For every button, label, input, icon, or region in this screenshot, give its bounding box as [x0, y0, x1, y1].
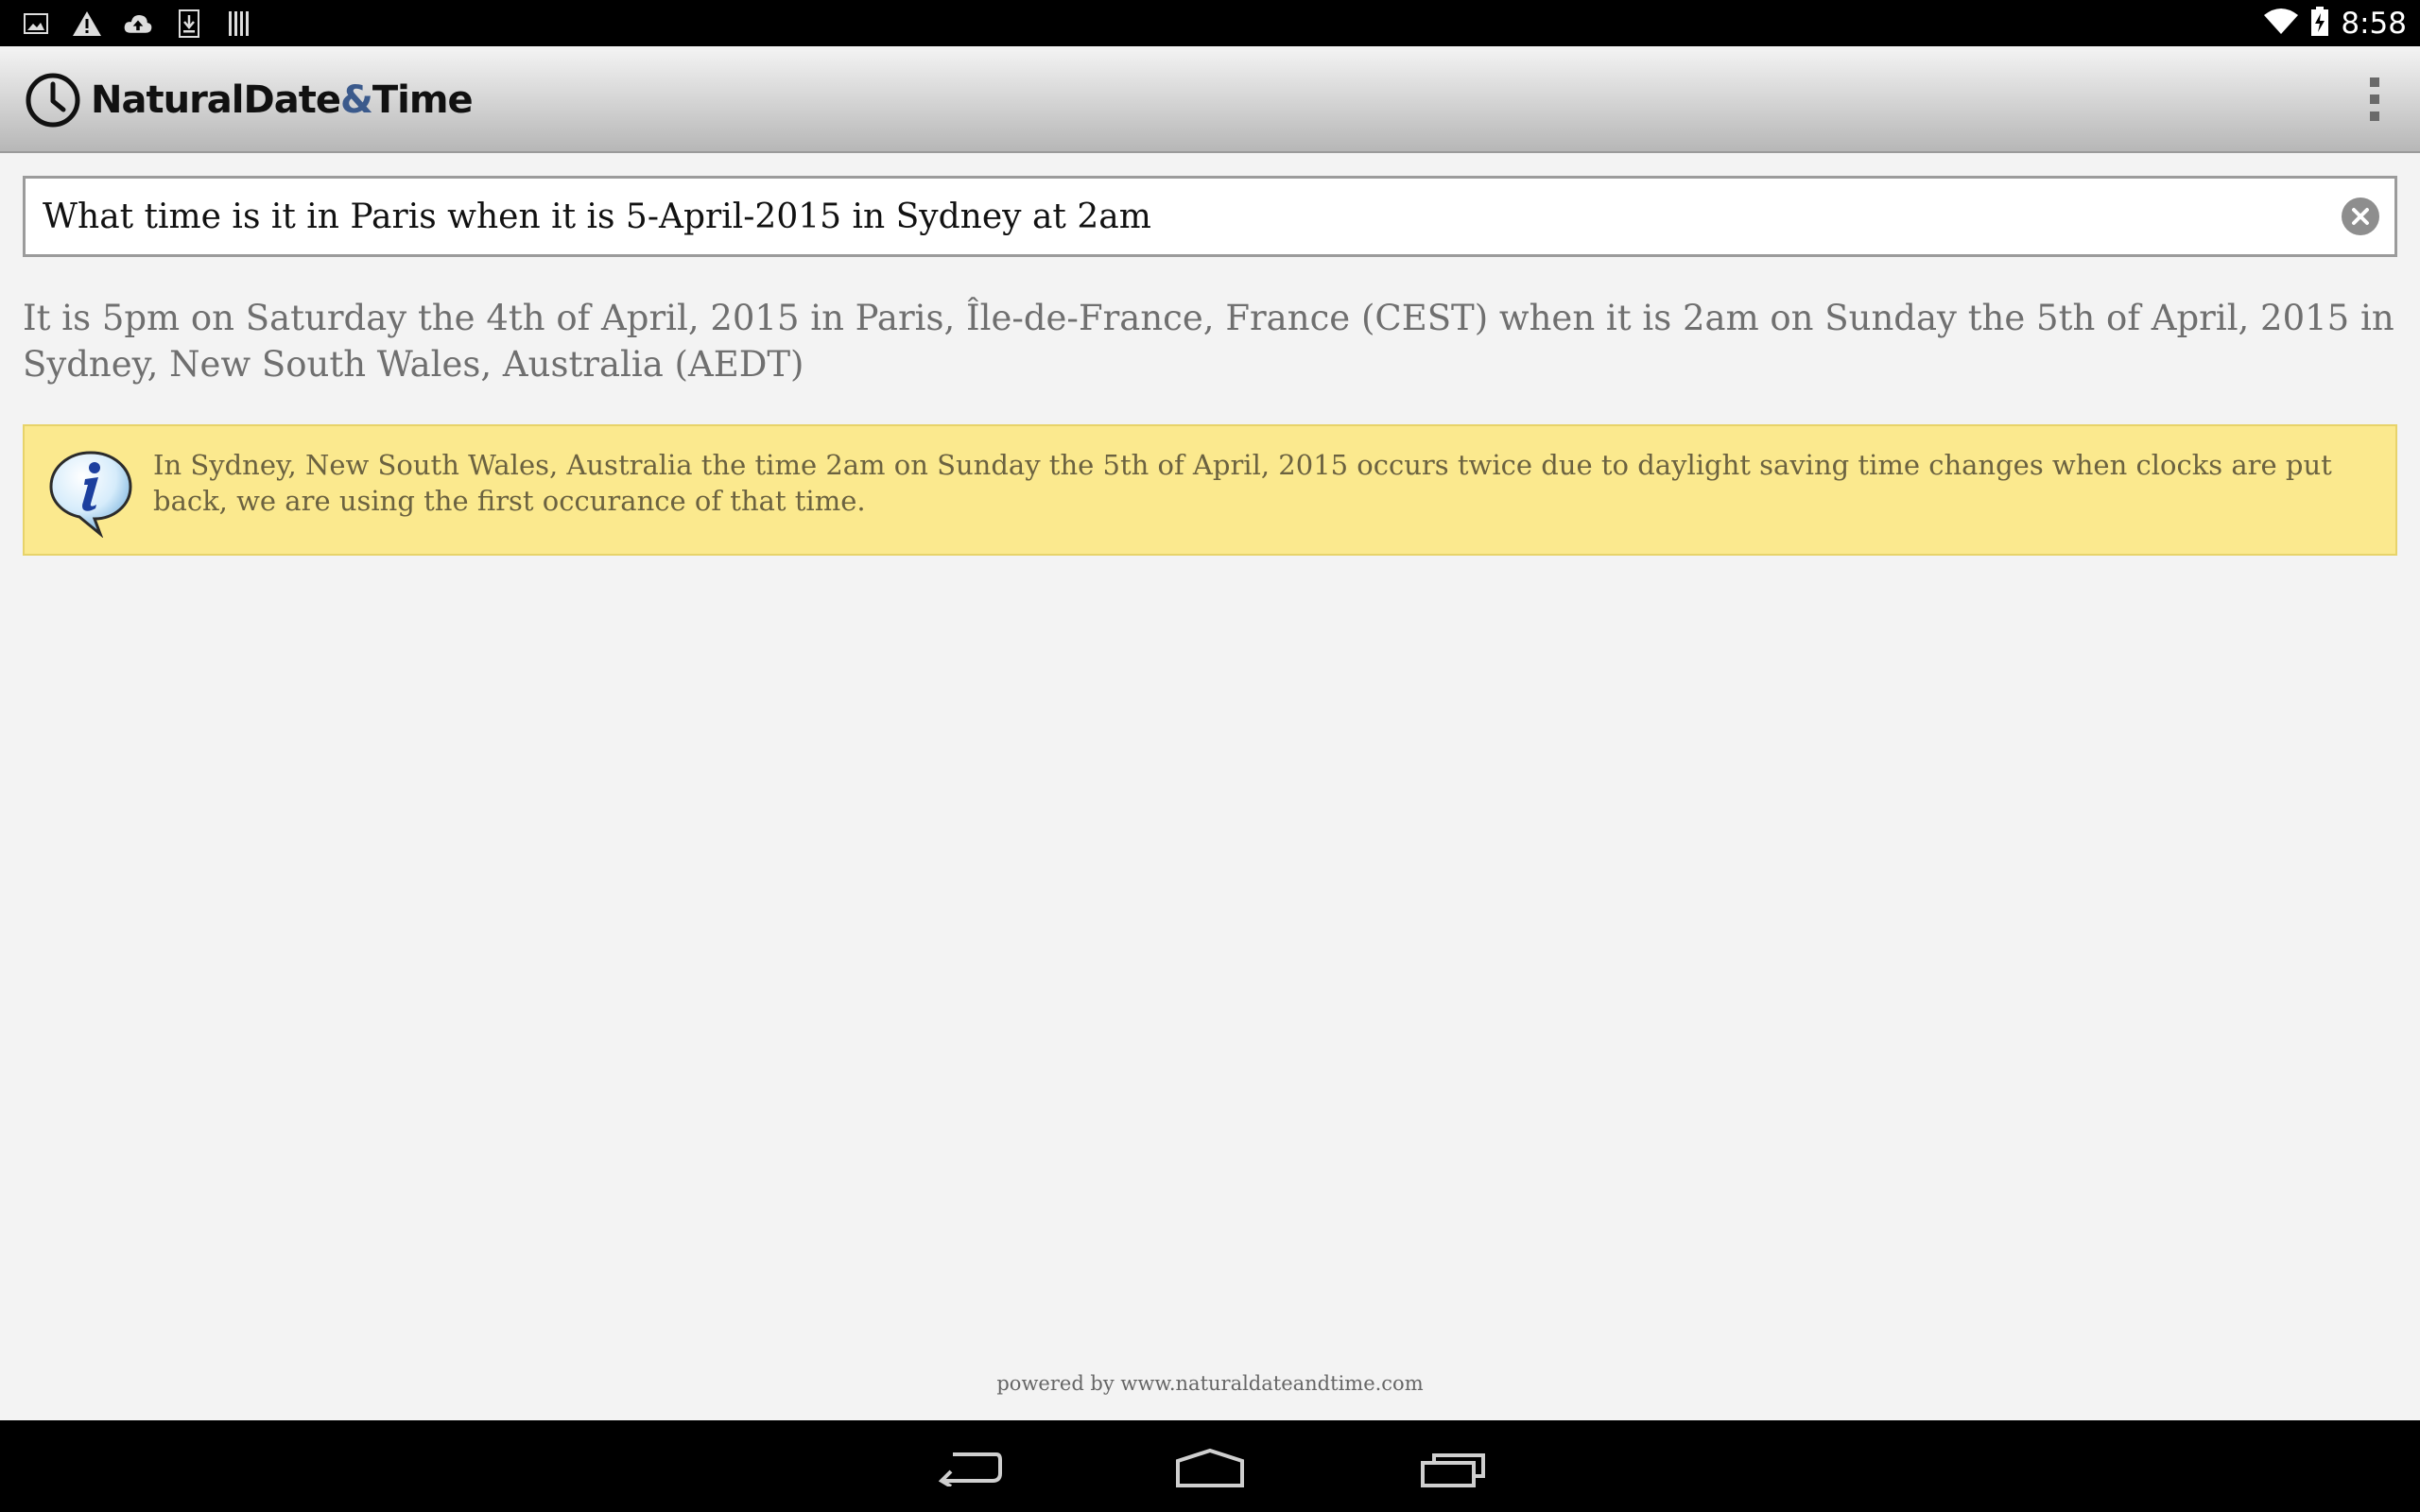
navigation-bar	[0, 1420, 2420, 1512]
clear-icon[interactable]	[2342, 198, 2379, 235]
cloud-upload-icon	[123, 9, 153, 39]
back-icon[interactable]	[916, 1437, 1020, 1498]
recent-apps-icon[interactable]	[1401, 1437, 1505, 1498]
app-bar: NaturalDate&Time	[0, 46, 2420, 153]
clock-time: 8:58	[2341, 6, 2407, 41]
info-box: In Sydney, New South Wales, Australia th…	[23, 424, 2397, 556]
info-text: In Sydney, New South Wales, Australia th…	[153, 449, 2332, 517]
home-icon[interactable]	[1158, 1437, 1262, 1498]
status-bar: 8:58	[0, 0, 2420, 46]
app-title: NaturalDate&Time	[91, 78, 474, 122]
query-field[interactable]	[23, 176, 2397, 257]
info-speech-bubble-icon	[49, 451, 132, 538]
clock-icon	[26, 73, 80, 128]
wifi-icon	[2263, 8, 2299, 40]
warning-icon	[72, 9, 102, 39]
image-icon	[21, 9, 51, 39]
download-icon	[174, 9, 204, 39]
overflow-menu-icon[interactable]	[2341, 65, 2409, 133]
query-input[interactable]	[43, 179, 2330, 254]
app-logo: NaturalDate&Time	[25, 71, 474, 129]
notification-icons	[21, 8, 255, 40]
powered-by-link[interactable]: powered by www.naturaldateandtime.com	[0, 1372, 2420, 1395]
barcode-icon	[225, 9, 255, 39]
system-indicators: 8:58	[2263, 0, 2407, 46]
battery-charging-icon	[2310, 6, 2329, 41]
result-text: It is 5pm on Saturday the 4th of April, …	[23, 298, 2394, 385]
